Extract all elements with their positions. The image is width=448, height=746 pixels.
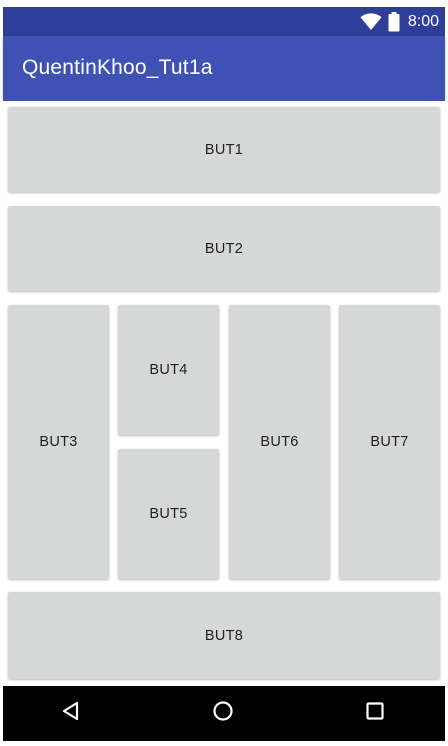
but3-button[interactable]: BUT3 (8, 305, 109, 579)
status-bar: 8:00 (3, 7, 445, 36)
recents-icon (364, 700, 386, 727)
but8-button[interactable]: BUT8 (8, 592, 440, 679)
home-icon (211, 699, 235, 728)
app-bar: QuentinKhoo_Tut1a (3, 36, 445, 101)
but5-button[interactable]: BUT5 (118, 449, 219, 579)
battery-icon (388, 11, 400, 32)
status-clock: 8:00 (407, 12, 439, 30)
but7-button[interactable]: BUT7 (339, 305, 440, 579)
back-button[interactable] (41, 686, 101, 741)
app-title: QuentinKhoo_Tut1a (22, 56, 213, 79)
recents-button[interactable] (345, 686, 405, 741)
but2-button[interactable]: BUT2 (8, 206, 440, 291)
but1-button[interactable]: BUT1 (8, 107, 440, 192)
back-icon (60, 700, 82, 727)
but6-button[interactable]: BUT6 (229, 305, 330, 579)
device-screen: 8:00 QuentinKhoo_Tut1a BUT1 BUT2 BUT3 BU… (0, 0, 448, 746)
content-area: BUT1 BUT2 BUT3 BUT4 BUT5 BUT6 BUT7 BUT8 (3, 101, 445, 686)
home-button[interactable] (193, 686, 253, 741)
but4-button[interactable]: BUT4 (118, 305, 219, 435)
wifi-icon (360, 12, 382, 31)
status-icons: 8:00 (360, 7, 439, 36)
navigation-bar (3, 686, 445, 741)
